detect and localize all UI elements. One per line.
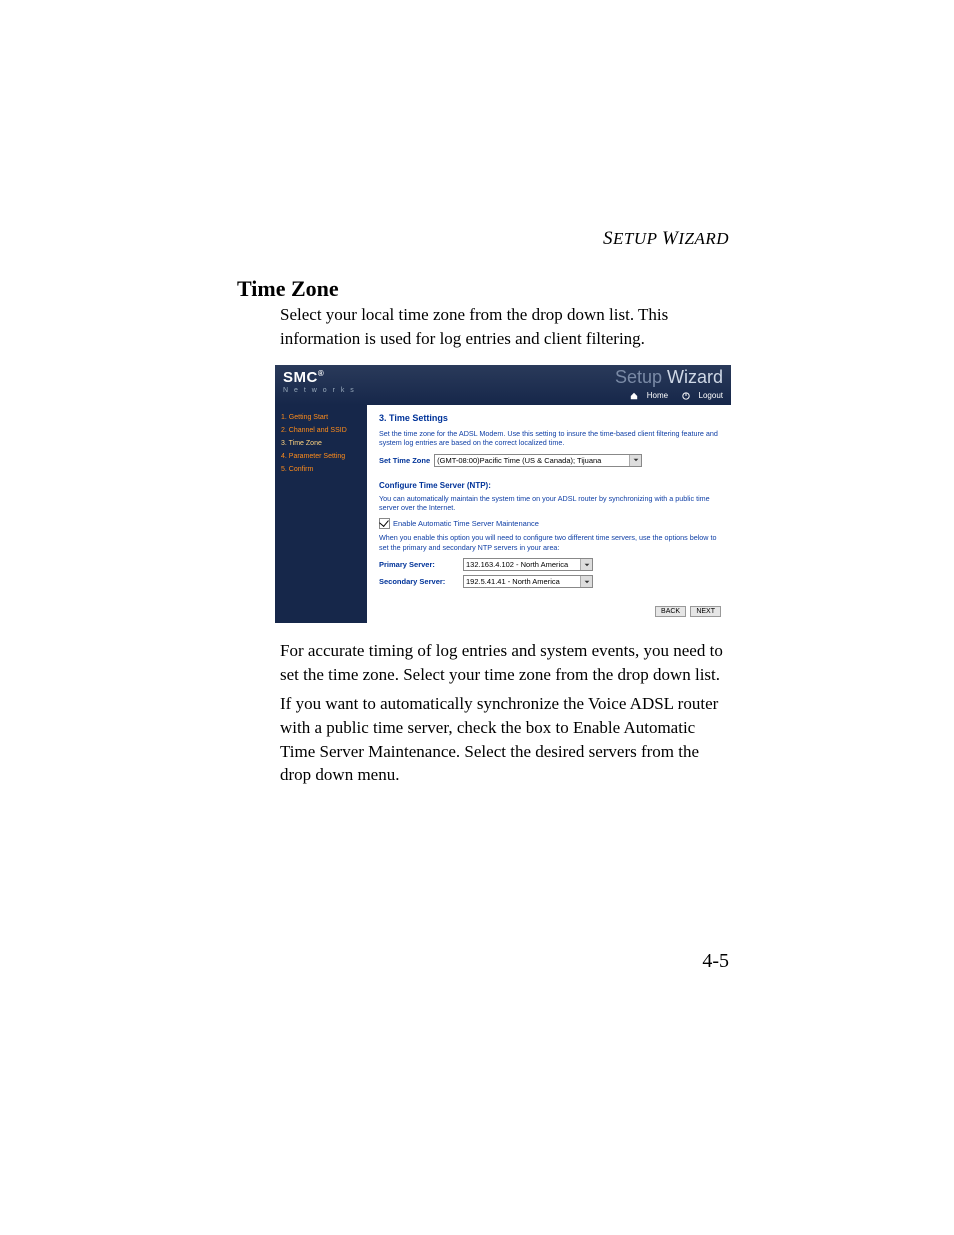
secondary-server-label: Secondary Server: [379, 577, 459, 586]
step-description: Set the time zone for the ADSL Modem. Us… [379, 429, 719, 448]
wizard-buttons: BACK NEXT [653, 606, 721, 617]
page-number: 4-5 [702, 950, 729, 973]
enable-ntp-label: Enable Automatic Time Server Maintenance [393, 519, 539, 528]
secondary-server-select[interactable]: 192.5.41.41 - North America [463, 575, 593, 588]
home-link[interactable]: Home [624, 391, 668, 400]
back-button[interactable]: BACK [655, 606, 686, 617]
ntp-description: You can automatically maintain the syste… [379, 494, 719, 513]
sidebar-step-4[interactable]: 4. Parameter Setting [275, 450, 367, 463]
ntp-heading: Configure Time Server (NTP): [379, 481, 719, 490]
next-button[interactable]: NEXT [690, 606, 721, 617]
dropdown-arrow-icon [580, 559, 592, 570]
sidebar-step-5[interactable]: 5. Confirm [275, 463, 367, 476]
timezone-select[interactable]: (GMT-08:00)Pacific Time (US & Canada); T… [434, 454, 642, 467]
header-links: Home Logout [618, 391, 723, 400]
primary-server-value: 132.163.4.102 - North America [466, 560, 568, 569]
sidebar-step-1[interactable]: 1. Getting Start [275, 411, 367, 424]
timezone-value: (GMT-08:00)Pacific Time (US & Canada); T… [437, 456, 601, 465]
body-paragraph-3: If you want to automatically synchronize… [280, 692, 730, 787]
logout-link[interactable]: Logout [676, 391, 723, 400]
set-timezone-label: Set Time Zone [379, 456, 430, 465]
smc-logo-subtext: N e t w o r k s [283, 387, 356, 394]
wizard-sidebar: 1. Getting Start 2. Channel and SSID 3. … [275, 405, 367, 623]
section-title: Time Zone [237, 276, 339, 302]
enable-ntp-checkbox[interactable] [379, 518, 390, 529]
home-icon [630, 392, 638, 400]
sidebar-step-3[interactable]: 3. Time Zone [275, 437, 367, 450]
body-paragraph-2: For accurate timing of log entries and s… [280, 639, 730, 687]
router-screenshot: SMC® N e t w o r k s Setup Wizard Home L… [275, 365, 731, 623]
intro-paragraph: Select your local time zone from the dro… [280, 303, 730, 351]
running-header: SETUP WIZARD [603, 228, 729, 250]
smc-logo: SMC® [283, 369, 324, 386]
wizard-title: Setup Wizard [615, 367, 723, 388]
ntp-instruction: When you enable this option you will nee… [379, 533, 719, 552]
dropdown-arrow-icon [580, 576, 592, 587]
secondary-server-value: 192.5.41.41 - North America [466, 577, 560, 586]
primary-server-select[interactable]: 132.163.4.102 - North America [463, 558, 593, 571]
primary-server-label: Primary Server: [379, 560, 459, 569]
wizard-main: 3. Time Settings Set the time zone for t… [367, 405, 731, 623]
sidebar-step-2[interactable]: 2. Channel and SSID [275, 424, 367, 437]
screenshot-header: SMC® N e t w o r k s Setup Wizard Home L… [275, 365, 731, 405]
dropdown-arrow-icon [629, 455, 641, 466]
step-heading: 3. Time Settings [379, 413, 719, 423]
logout-icon [682, 392, 690, 400]
